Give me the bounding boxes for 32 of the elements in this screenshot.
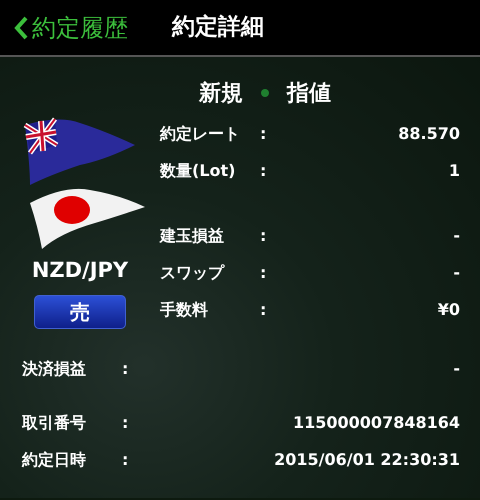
detail-label: 約定日時 (22, 450, 86, 469)
separator-dot (261, 89, 269, 97)
order-type: 新規 (199, 80, 243, 108)
detail-value: - (453, 262, 460, 282)
detail-value: 88.570 (398, 124, 460, 142)
detail-value: 115000007848164 (293, 413, 460, 432)
detail-value: 1 (448, 160, 460, 180)
detail-label: 決済損益 (22, 359, 86, 378)
detail-label: 約定レート (160, 124, 240, 142)
detail-label: 取引番号 (22, 413, 86, 432)
colon: : (260, 262, 266, 282)
detail-label: 数量(Lot) (160, 160, 236, 180)
colon: : (260, 160, 266, 180)
detail-value: - (453, 359, 460, 378)
detail-value: ¥0 (438, 300, 460, 318)
currency-pair: NZD/JPY (32, 257, 128, 284)
colon: : (260, 226, 266, 244)
detail-label: 建玉損益 (160, 226, 224, 244)
sell-button[interactable]: 売 (34, 294, 126, 328)
execution-type: 指値 (287, 80, 331, 108)
detail-value: - (453, 226, 460, 244)
colon: : (122, 413, 128, 432)
detail-label: 手数料 (160, 300, 208, 318)
back-button[interactable]: 約定履歴 (14, 10, 128, 46)
colon: : (260, 124, 266, 142)
detail-value: 2015/06/01 22:30:31 (274, 450, 460, 469)
colon: : (122, 450, 128, 469)
colon: : (260, 300, 266, 318)
back-chevron-icon (14, 16, 28, 40)
screen-title: 約定詳細 (172, 13, 264, 42)
detail-label: スワップ (160, 262, 224, 282)
colon: : (122, 359, 128, 378)
